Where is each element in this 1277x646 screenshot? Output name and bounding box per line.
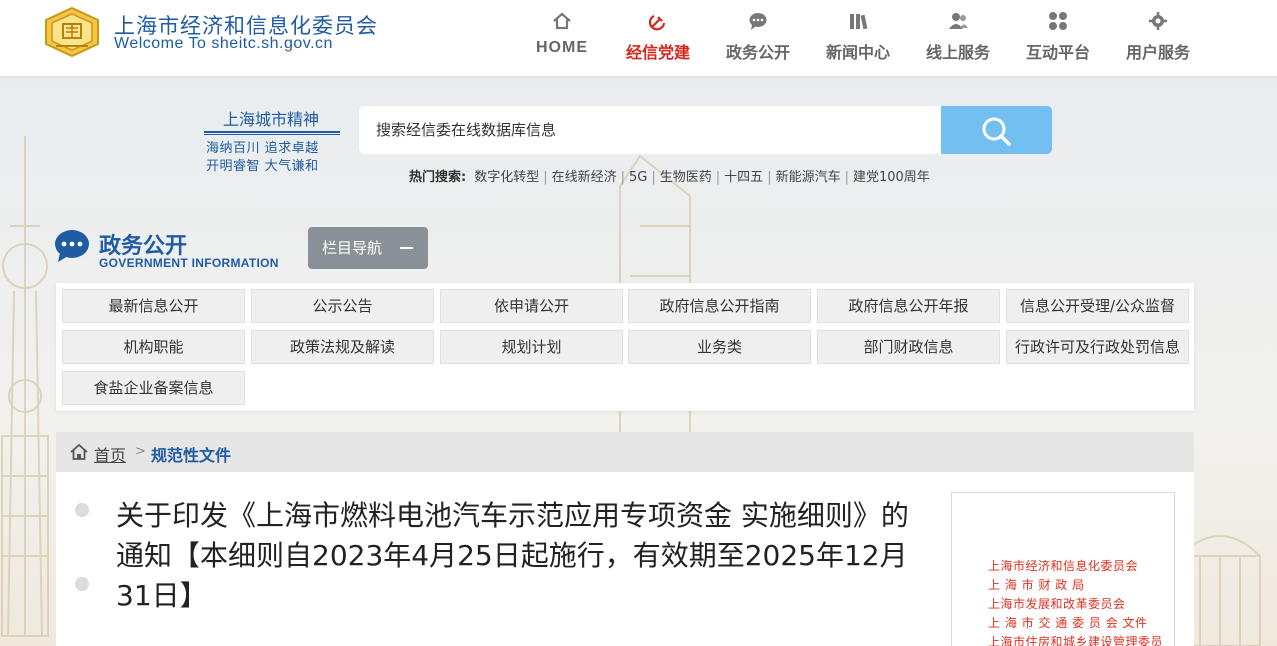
nav-label: 政务公开 [725, 43, 790, 62]
city-spirit-slogan: 上海城市精神 海纳百川 追求卓越 开明睿智 大气谦和 [200, 106, 342, 176]
hot-search-separator: | [715, 170, 721, 185]
breadcrumb: 首页 > 规范性文件 [56, 432, 1194, 472]
doc-issuer-line: 上海市发展和改革委员会 [988, 597, 1126, 611]
breadcrumb-current[interactable]: 规范性文件 [151, 442, 231, 466]
bullet-dot [75, 503, 89, 517]
nav-government-info[interactable]: 政务公开 [716, 8, 800, 68]
doc-issuer-line: 上海市经济和信息化委员会 [988, 559, 1139, 573]
nav-cell-latest-disclosure[interactable]: 最新信息公开 [62, 289, 245, 323]
search-button[interactable] [941, 106, 1052, 154]
nav-user-services[interactable]: 用户服务 [1116, 8, 1200, 68]
doc-issuer-line: 上 海 市 交 通 委 员 会 文件 [988, 616, 1148, 630]
article-title[interactable]: 关于印发《上海市燃料电池汽车示范应用专项资金 实施细则》的通知【本细则自2023… [116, 496, 916, 616]
nav-interactive-platform[interactable]: 互动平台 [1016, 8, 1100, 68]
breadcrumb-separator: > [135, 444, 146, 459]
article-content: 关于印发《上海市燃料电池汽车示范应用专项资金 实施细则》的通知【本细则自2023… [56, 472, 1194, 646]
bullet-dot [75, 577, 89, 591]
doc-issuer-line: 上 海 市 财 政 局 [988, 578, 1085, 592]
nav-label: 新闻中心 [825, 43, 890, 62]
column-nav-panel: 最新信息公开 公示公告 依申请公开 政府信息公开指南 政府信息公开年报 信息公开… [56, 283, 1194, 411]
hot-search-separator: | [767, 170, 772, 185]
slogan-divider [204, 131, 340, 133]
section-subtitle: GOVERNMENT INFORMATION [99, 256, 279, 270]
nav-cell-disclosure-on-request[interactable]: 依申请公开 [440, 289, 623, 323]
slogan-title: 上海城市精神 [222, 110, 319, 129]
nav-cell-announcements[interactable]: 公示公告 [251, 289, 434, 323]
nav-party-building[interactable]: 经信党建 [616, 8, 700, 68]
nav-cell-disclosure-guide[interactable]: 政府信息公开指南 [628, 289, 811, 323]
hot-search-separator: | [651, 170, 656, 185]
nav-cell-functions[interactable]: 机构职能 [62, 330, 245, 364]
nav-cell-public-supervision[interactable]: 信息公开受理/公众监督 [1006, 289, 1189, 323]
grid-dots-icon [1049, 12, 1067, 30]
hot-search-separator: | [844, 170, 849, 185]
column-nav-label: 栏目导航 [322, 239, 383, 257]
site-header: 上海市经济和信息化委员会 Welcome To sheitc.sh.gov.cn… [0, 0, 1277, 76]
hot-search-item[interactable]: 在线新经济 [552, 170, 617, 185]
nav-cell-annual-report[interactable]: 政府信息公开年报 [817, 289, 1000, 323]
nav-label: 线上服务 [925, 43, 990, 62]
nav-cell-salt-enterprise[interactable]: 食盐企业备案信息 [62, 371, 245, 405]
nav-label: 经信党建 [625, 43, 690, 62]
hot-search-item[interactable]: 5G [629, 170, 647, 185]
document-thumbnail[interactable]: 上海市经济和信息化委员会 上 海 市 财 政 局 上海市发展和改革委员会 上 海… [951, 492, 1175, 646]
hot-search-separator: | [620, 170, 626, 185]
hot-search-item[interactable]: 十四五 [724, 170, 763, 185]
hot-search-separator: | [543, 170, 548, 185]
users-icon [949, 13, 968, 29]
home-icon [70, 444, 88, 460]
slogan-line-2: 开明睿智 大气谦和 [206, 159, 319, 174]
nav-label: 用户服务 [1125, 43, 1190, 62]
slogan-divider [204, 134, 340, 135]
chat-bubble-icon [749, 13, 767, 30]
hot-search-item[interactable]: 生物医药 [660, 170, 712, 185]
hot-search-item[interactable]: 数字化转型 [474, 170, 539, 185]
government-info-chat-icon [55, 230, 89, 262]
doc-issuer-line: 上海市住房和城乡建设管理委员 [988, 635, 1164, 646]
books-icon [850, 14, 868, 30]
hot-search-item[interactable]: 建党100周年 [853, 170, 930, 185]
nav-cell-plans[interactable]: 规划计划 [440, 330, 623, 364]
nav-online-services[interactable]: 线上服务 [916, 8, 1000, 68]
breadcrumb-home-link[interactable]: 首页 [94, 442, 126, 466]
nav-label: HOME [536, 39, 588, 56]
emblem-logo-icon[interactable] [42, 6, 102, 58]
nav-label: 互动平台 [1025, 43, 1090, 62]
nav-cell-business[interactable]: 业务类 [628, 330, 811, 364]
search-icon [982, 117, 1011, 146]
hot-searches: 热门搜索: 数字化转型 | 在线新经济 | 5G | 生物医药 | 十四五 | 新能源汽车 | 建党100… [409, 166, 930, 185]
home-icon [553, 12, 571, 30]
site-subtitle: Welcome To sheitc.sh.gov.cn [114, 35, 333, 52]
gear-icon [1149, 12, 1167, 30]
slogan-line-1: 海纳百川 追求卓越 [206, 141, 319, 156]
column-nav-button[interactable]: 栏目导航 [308, 227, 428, 269]
hammer-sickle-icon [648, 15, 666, 31]
nav-home[interactable]: HOME [520, 8, 604, 68]
nav-news-center[interactable]: 新闻中心 [816, 8, 900, 68]
search-input[interactable]: 搜索经信委在线数据库信息 [359, 106, 941, 154]
hot-search-item[interactable]: 新能源汽车 [776, 170, 841, 185]
collapse-dash-icon [400, 247, 413, 249]
nav-cell-finance[interactable]: 部门财政信息 [817, 330, 1000, 364]
nav-cell-licensing[interactable]: 行政许可及行政处罚信息 [1006, 330, 1189, 364]
nav-cell-policies[interactable]: 政策法规及解读 [251, 330, 434, 364]
hot-search-label: 热门搜索: [409, 170, 467, 185]
